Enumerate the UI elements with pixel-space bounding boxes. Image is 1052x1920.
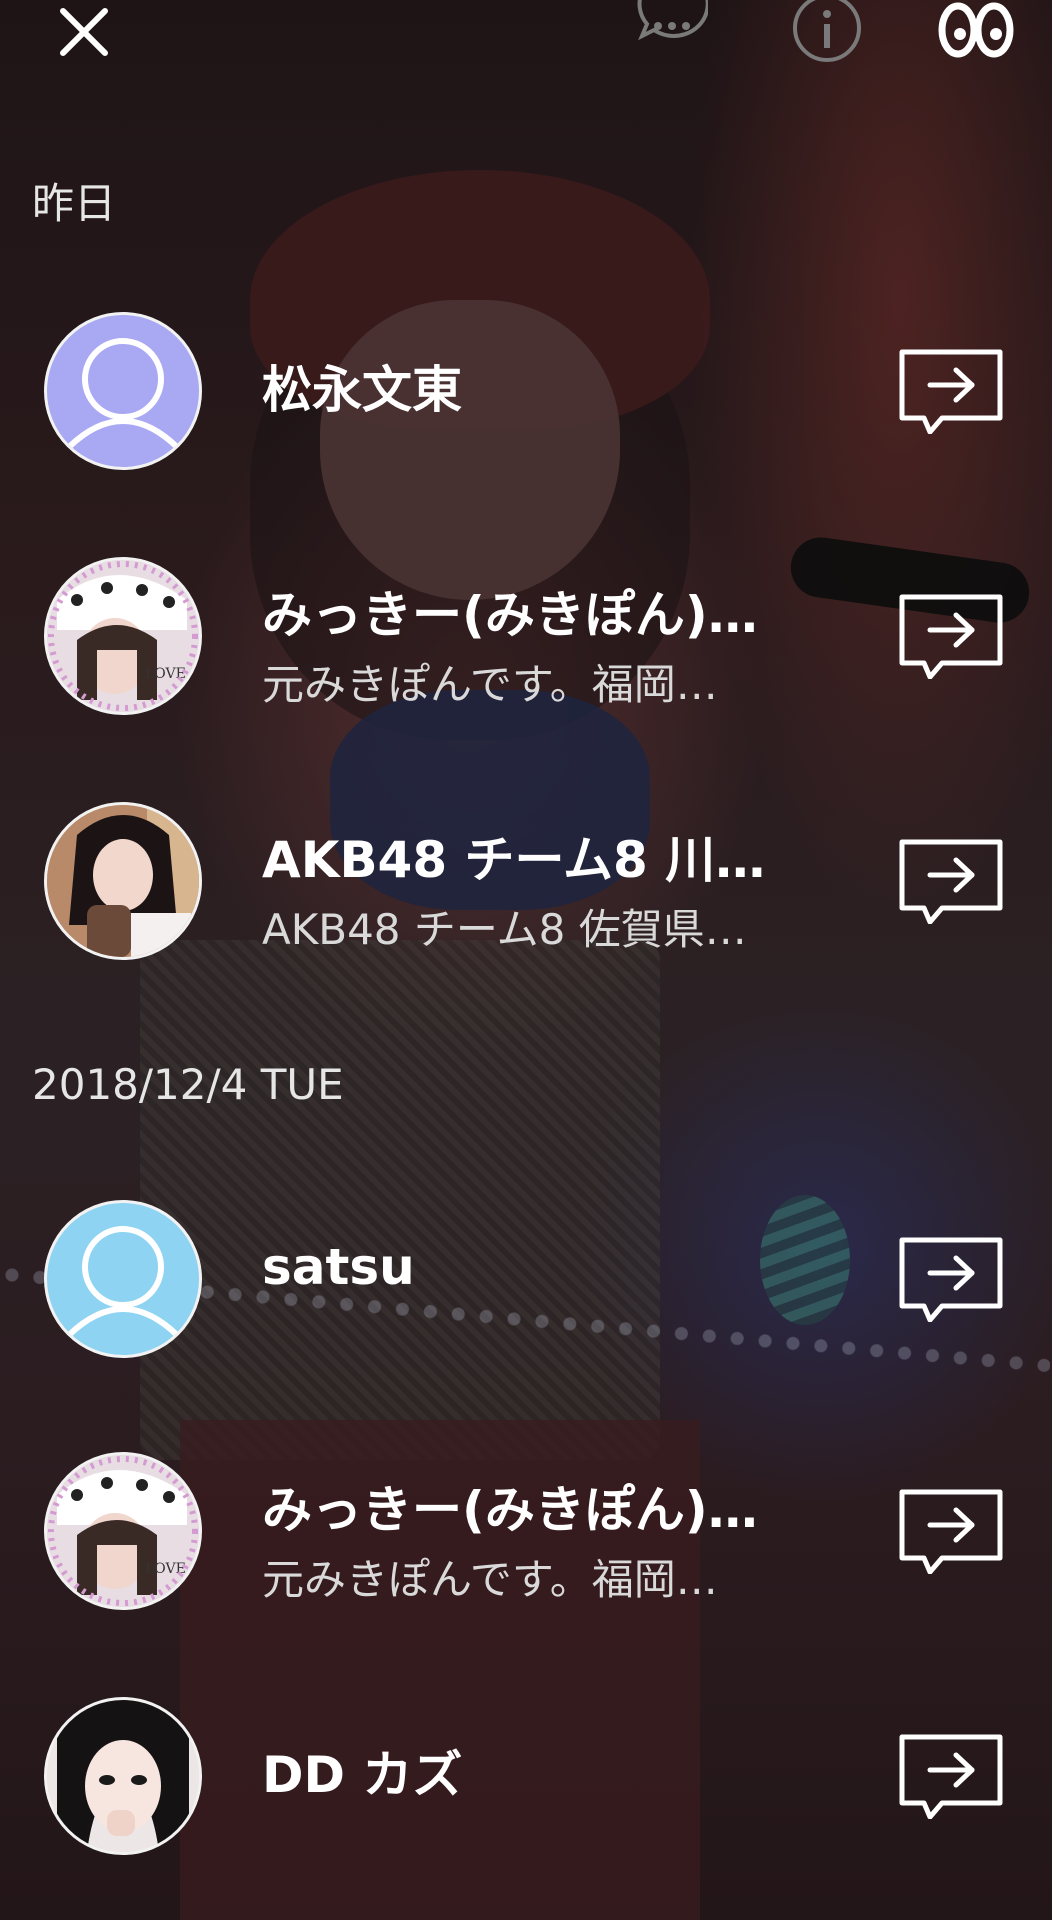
status-message: AKB48 チーム8 佐賀県… xyxy=(262,905,747,954)
share-button[interactable] xyxy=(898,1236,1004,1323)
avatar: LOVE xyxy=(44,557,202,715)
avatar xyxy=(44,802,202,960)
avatar: LOVE xyxy=(44,1452,202,1610)
share-button[interactable] xyxy=(898,1733,1004,1820)
contact-name: みっきー(みきぽん)… xyxy=(262,586,758,644)
chat-list-item[interactable]: DD カズ xyxy=(0,1675,1052,1875)
avatar xyxy=(44,312,202,470)
chat-button[interactable] xyxy=(636,0,710,64)
close-button[interactable] xyxy=(58,6,110,58)
status-message: 元みきぽんです。福岡… xyxy=(262,660,718,709)
close-icon xyxy=(60,8,108,56)
share-message-icon xyxy=(899,594,1003,680)
profile-photo xyxy=(47,1700,199,1852)
profile-photo: LOVE xyxy=(47,1455,199,1607)
avatar xyxy=(44,1697,202,1855)
share-message-icon xyxy=(899,1734,1003,1820)
recent-icon xyxy=(938,2,1014,58)
section-date-header: 2018/12/4 TUE xyxy=(32,1060,344,1109)
share-message-icon xyxy=(899,1237,1003,1323)
share-message-icon xyxy=(899,1489,1003,1575)
recent-button[interactable] xyxy=(936,0,1016,64)
share-button[interactable] xyxy=(898,1488,1004,1575)
info-icon xyxy=(793,0,861,62)
chat-bubble-icon xyxy=(637,0,710,41)
avatar xyxy=(44,1200,202,1358)
chat-list-item[interactable]: AKB48 チーム8 川… AKB48 チーム8 佐賀県… xyxy=(0,780,1052,980)
contact-name: AKB48 チーム8 川… xyxy=(262,831,766,889)
default-user-icon xyxy=(66,1226,180,1338)
share-message-icon xyxy=(899,349,1003,435)
contact-name: みっきー(みきぽん)… xyxy=(262,1481,758,1539)
contact-name: satsu xyxy=(262,1238,415,1296)
share-message-icon xyxy=(899,839,1003,925)
info-button[interactable] xyxy=(792,0,862,64)
chat-list-item[interactable]: LOVE みっきー(みきぽん)… 元みきぽんです。福岡… xyxy=(0,1430,1052,1630)
chat-list-item[interactable]: 松永文東 xyxy=(0,290,1052,490)
contact-name: 松永文東 xyxy=(262,361,462,419)
default-user-icon xyxy=(66,338,180,450)
share-button[interactable] xyxy=(898,348,1004,435)
profile-photo: LOVE xyxy=(47,560,199,712)
status-message: 元みきぽんです。福岡… xyxy=(262,1555,718,1604)
contact-name: DD カズ xyxy=(262,1746,463,1804)
chat-list-item[interactable]: satsu xyxy=(0,1178,1052,1378)
share-button[interactable] xyxy=(898,593,1004,680)
section-date-header: 昨日 xyxy=(32,179,117,228)
share-button[interactable] xyxy=(898,838,1004,925)
profile-photo xyxy=(47,805,199,957)
recent-chats-panel: 昨日 松永文東 LOVE みっきー(みきぽん)… 元みきぽんです。福岡… AKB… xyxy=(0,0,1052,1920)
chat-list-item[interactable]: LOVE みっきー(みきぽん)… 元みきぽんです。福岡… xyxy=(0,535,1052,735)
